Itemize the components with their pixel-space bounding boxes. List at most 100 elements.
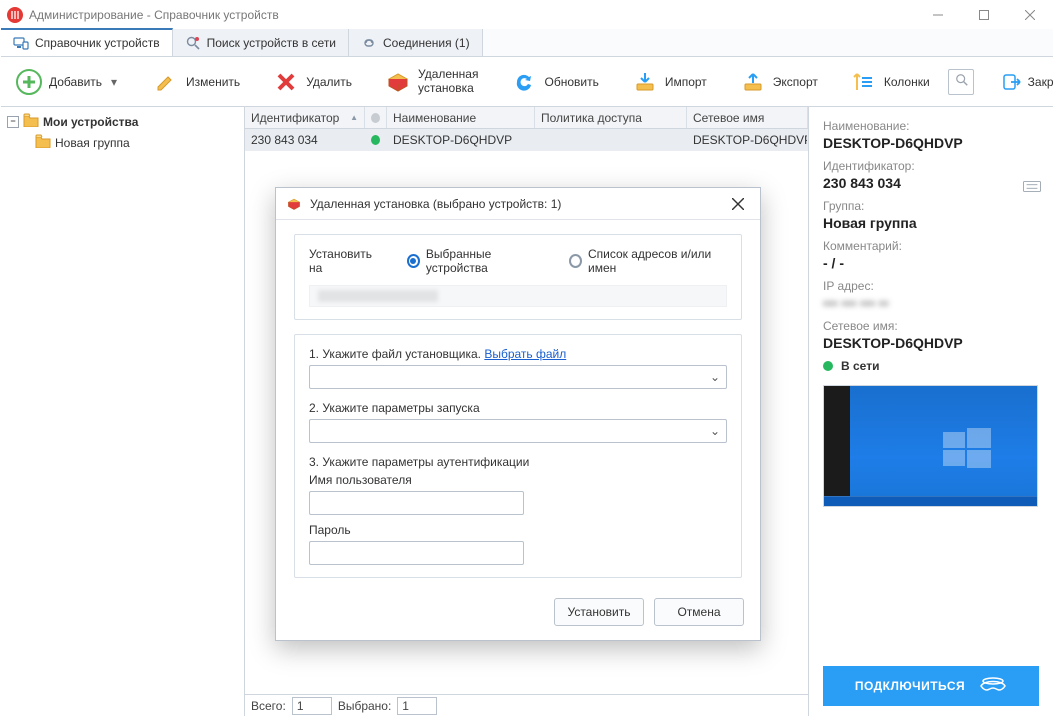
tree-item[interactable]: Новая группа (33, 132, 240, 153)
selected-label: Выбрано: (338, 699, 391, 713)
folder-icon (23, 113, 39, 130)
screen-thumbnail[interactable] (823, 385, 1038, 507)
import-button[interactable]: Импорт (623, 64, 715, 100)
toolbar: Добавить ▾ Изменить Удалить Удаленная ус… (1, 57, 1053, 107)
add-button[interactable]: Добавить ▾ (7, 64, 128, 100)
table-header: Идентификатор▲ Наименование Политика дос… (245, 107, 808, 129)
step2-label: 2. Укажите параметры запуска (309, 401, 727, 415)
launch-params-select[interactable]: ⌄ (309, 419, 727, 443)
chevron-down-icon: ⌄ (710, 370, 720, 384)
status-text: В сети (841, 359, 879, 373)
app-icon (7, 7, 23, 23)
link-icon (361, 35, 377, 51)
columns-icon (850, 68, 878, 96)
comment-value: - / - (823, 255, 1039, 271)
status-online-icon (823, 361, 833, 371)
selected-value: 1 (397, 697, 437, 715)
import-icon (631, 68, 659, 96)
tab-network-search[interactable]: Поиск устройств в сети (173, 29, 349, 56)
plus-icon (15, 68, 43, 96)
username-input[interactable] (309, 491, 524, 515)
dialog-titlebar: Удаленная установка (выбрано устройств: … (276, 188, 760, 220)
comment-label: Комментарий: (823, 239, 1039, 253)
search-net-icon (185, 35, 201, 51)
columns-button[interactable]: Колонки (842, 64, 938, 100)
dialog-title: Удаленная установка (выбрано устройств: … (310, 197, 718, 211)
edit-button[interactable]: Изменить (144, 64, 248, 100)
delete-button[interactable]: Удалить (264, 64, 360, 100)
username-label: Имя пользователя (309, 473, 727, 487)
statusbar: Всего: 1 Выбрано: 1 (245, 694, 808, 716)
package-icon (286, 196, 302, 212)
name-label: Наименование: (823, 119, 1039, 133)
tab-device-directory[interactable]: Справочник устройств (1, 28, 173, 56)
refresh-button[interactable]: Обновить (502, 64, 606, 100)
radio-selected-devices[interactable]: Выбранные устройства (407, 247, 543, 275)
tab-label: Поиск устройств в сети (207, 36, 336, 50)
name-value: DESKTOP-D6QHDVP (823, 135, 1039, 151)
tree-root[interactable]: − Мои устройства (5, 111, 240, 132)
net-value: DESKTOP-D6QHDVP (823, 335, 1039, 351)
tabs-bar: Справочник устройств Поиск устройств в с… (1, 29, 1053, 57)
id-value: 230 843 034 (823, 175, 901, 191)
password-label: Пароль (309, 523, 727, 537)
sort-asc-icon: ▲ (350, 113, 358, 122)
exit-icon (1002, 72, 1022, 92)
total-value: 1 (292, 697, 332, 715)
tab-label: Соединения (1) (383, 36, 470, 50)
window-maximize-button[interactable] (961, 1, 1007, 29)
step1-label: 1. Укажите файл установщика. (309, 347, 481, 361)
installer-file-select[interactable]: ⌄ (309, 365, 727, 389)
tab-label: Справочник устройств (35, 36, 160, 50)
password-input[interactable] (309, 541, 524, 565)
th-status[interactable] (365, 107, 387, 128)
th-netname[interactable]: Сетевое имя (687, 107, 808, 128)
install-button[interactable]: Установить (554, 598, 644, 626)
th-id[interactable]: Идентификатор▲ (245, 107, 365, 128)
devices-icon (13, 35, 29, 51)
connect-button[interactable]: ПОДКЛЮЧИТЬСЯ (823, 666, 1039, 706)
main-area: − Мои устройства Новая группа Идентифика… (1, 107, 1053, 716)
status-line: В сети (823, 359, 1039, 373)
device-tree: − Мои устройства Новая группа (1, 107, 245, 716)
install-params-panel: 1. Укажите файл установщика. Выбрать фай… (294, 334, 742, 578)
close-tab-button[interactable]: Закрыть (994, 68, 1054, 96)
cancel-button[interactable]: Отмена (654, 598, 744, 626)
tree-root-label: Мои устройства (43, 115, 138, 129)
export-icon (739, 68, 767, 96)
window-close-button[interactable] (1007, 1, 1053, 29)
keyboard-icon[interactable] (1023, 181, 1039, 191)
center-panel: Идентификатор▲ Наименование Политика дос… (245, 107, 809, 716)
total-label: Всего: (251, 699, 286, 713)
search-icon[interactable] (955, 73, 969, 90)
pencil-icon (152, 68, 180, 96)
search-input-wrapper (948, 69, 974, 95)
address-list-input-disabled (309, 285, 727, 307)
refresh-icon (510, 68, 538, 96)
radio-address-list[interactable]: Список адресов и/или имен (569, 247, 727, 275)
export-button[interactable]: Экспорт (731, 64, 826, 100)
remote-install-button[interactable]: Удаленная установка (376, 64, 486, 100)
tree-collapse-icon[interactable]: − (7, 116, 19, 128)
tree-item-label: Новая группа (55, 136, 130, 150)
details-panel: Наименование: DESKTOP-D6QHDVP Идентифика… (809, 107, 1053, 716)
table-body: 230 843 034 DESKTOP-D6QHDVP DESKTOP-D6QH… (245, 129, 808, 694)
dialog-overlay: Удаленная установка (выбрано устройств: … (245, 129, 808, 694)
group-value: Новая группа (823, 215, 1039, 231)
ip-value: ••• ••• ••• •• (823, 295, 1039, 311)
id-label: Идентификатор: (823, 159, 1039, 173)
net-label: Сетевое имя: (823, 319, 1039, 333)
chevron-down-icon: ⌄ (710, 424, 720, 438)
th-policy[interactable]: Политика доступа (535, 107, 687, 128)
window-minimize-button[interactable] (915, 1, 961, 29)
window-title: Администрирование - Справочник устройств (29, 8, 915, 22)
th-name[interactable]: Наименование (387, 107, 535, 128)
choose-file-link[interactable]: Выбрать файл (484, 347, 566, 361)
dialog-close-button[interactable] (726, 192, 750, 216)
install-on-label: Установить на (309, 247, 381, 275)
app-window: Администрирование - Справочник устройств… (0, 0, 1054, 717)
titlebar: Администрирование - Справочник устройств (1, 1, 1053, 29)
ip-label: IP адрес: (823, 279, 1039, 293)
tab-connections[interactable]: Соединения (1) (349, 29, 483, 56)
folder-icon (35, 134, 51, 151)
